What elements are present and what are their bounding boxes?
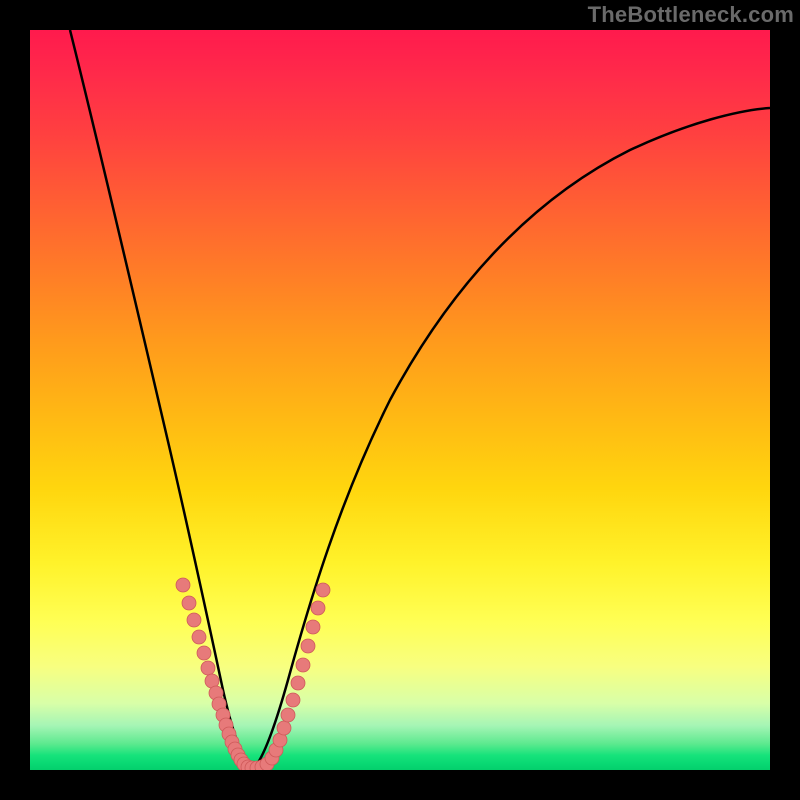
left-curve	[70, 30, 252, 770]
chart-svg	[30, 30, 770, 770]
watermark-text: TheBottleneck.com	[588, 2, 794, 28]
plot-area	[30, 30, 770, 770]
right-curve	[252, 108, 770, 770]
marker-layer	[176, 578, 330, 770]
chart-stage: TheBottleneck.com	[0, 0, 800, 800]
